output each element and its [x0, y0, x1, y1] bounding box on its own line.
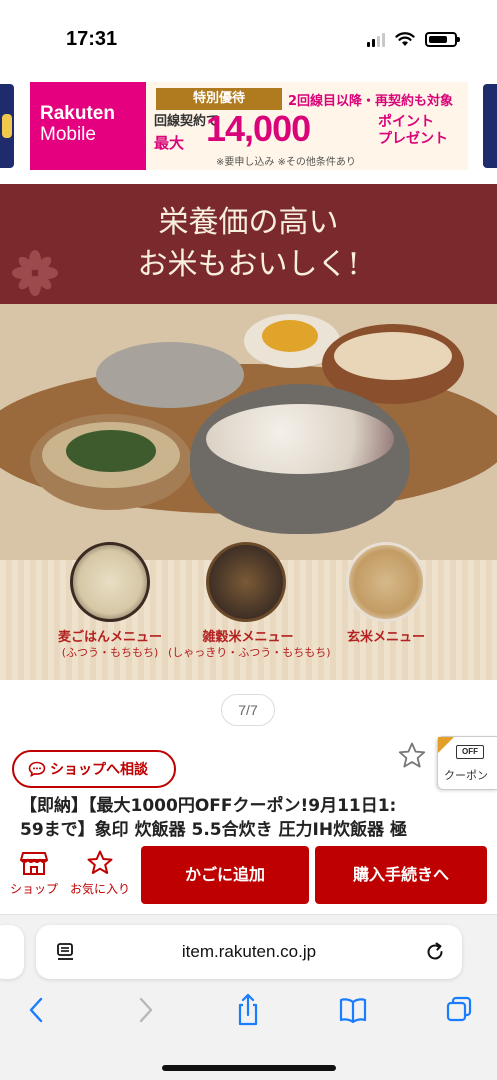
screen: 17:31 Rakuten Mobile 特別優待 2回線目以降・再契約も対象 — [0, 0, 497, 1080]
browser-chrome: item.rakuten.co.jp — [0, 914, 497, 1080]
pumpkin-dish — [262, 320, 318, 352]
reload-icon[interactable] — [424, 941, 446, 963]
favorite-star-icon[interactable] — [396, 740, 428, 772]
barley-rice-image — [70, 542, 150, 622]
browser-toolbar — [0, 993, 497, 1033]
product-title: 【即納】【最大1000円OFFクーポン!9月11日1: 59まで】象印 炊飯器 … — [20, 796, 407, 840]
banner-content: 特別優待 2回線目以降・再契約も対象 回線契約で 最大 14,000 ポイントプ… — [146, 82, 468, 170]
banner-subtext: 2回線目以降・再契約も対象 — [288, 94, 454, 109]
coupon-tab[interactable]: OFF クーポン — [437, 736, 497, 790]
brown-rice-image — [346, 542, 426, 622]
tabs-icon[interactable] — [444, 993, 474, 1027]
menu-brown-label: 玄米メニュー — [346, 630, 425, 645]
purchase-action-bar: ショップ お気に入り かごに追加 購入手続きへ — [0, 842, 497, 912]
product-image[interactable]: 栄養価の高い お米もおいしく! 麦ごはんメニュー (ふつう・もちもち) 雑穀米メ… — [0, 184, 497, 680]
menu-barley-label: 麦ごはんメニュー — [57, 630, 162, 645]
star-icon — [87, 850, 113, 874]
next-ad-peek[interactable] — [483, 84, 497, 168]
shop-consult-button[interactable]: ショップへ相談 — [12, 750, 176, 788]
favorite-button[interactable]: お気に入り — [68, 848, 132, 908]
coupon-label: クーポン — [444, 769, 488, 782]
menu-barley-sub: (ふつう・もちもち) — [61, 646, 159, 659]
image-counter: 7/7 — [221, 694, 275, 726]
wifi-icon — [395, 32, 415, 46]
hero-headline: 栄養価の高い お米もおいしく! — [137, 205, 360, 282]
banner-note: ※要申し込み ※その他条件あり — [216, 157, 356, 168]
shop-label: ショップ — [9, 882, 58, 896]
shop-button[interactable]: ショップ — [4, 848, 64, 908]
previous-ad-peek[interactable] — [0, 84, 14, 168]
url-text: item.rakuten.co.jp — [181, 942, 317, 961]
previous-tab-peek[interactable] — [0, 925, 24, 979]
mixed-grain-rice — [206, 404, 394, 474]
special-offer-badge: 特別優待 — [156, 88, 282, 110]
menu-mixed-sub: (しゃっきり・ふつう・もちもち) — [168, 646, 331, 659]
menu-mixed-label: 雑穀米メニュー — [202, 630, 294, 645]
shop-consult-label: ショップへ相談 — [50, 762, 148, 778]
add-to-cart-button[interactable]: かごに追加 — [141, 846, 309, 904]
address-bar[interactable]: item.rakuten.co.jp — [36, 925, 462, 979]
flower-pattern-icon — [12, 250, 58, 296]
mixed-grain-image — [206, 542, 286, 622]
rakuten-mobile-logo: Rakuten Mobile — [30, 82, 146, 170]
status-bar: 17:31 — [0, 0, 497, 80]
cellular-signal-icon — [367, 32, 385, 47]
fish-plate — [96, 342, 244, 408]
status-time: 17:31 — [66, 28, 118, 50]
shop-icon — [20, 852, 48, 875]
hero-header: 栄養価の高い お米もおいしく! — [0, 184, 497, 304]
status-icons — [367, 32, 460, 47]
coupon-off-icon: OFF — [456, 745, 484, 759]
favorite-label: お気に入り — [69, 882, 130, 896]
banner-max-text: 最大 — [154, 134, 185, 152]
bookmarks-icon[interactable] — [338, 993, 368, 1027]
coupon-corner — [438, 737, 454, 753]
chat-bubble-icon — [28, 761, 46, 777]
back-icon[interactable] — [22, 993, 52, 1027]
banner-point-text: ポイント プレゼント — [378, 114, 448, 147]
soup — [334, 332, 452, 380]
home-indicator[interactable] — [162, 1065, 336, 1071]
checkout-button[interactable]: 購入手続きへ — [315, 846, 487, 904]
banner-point-amount: 14,000 — [206, 108, 311, 149]
greens — [66, 430, 156, 472]
forward-icon[interactable] — [130, 993, 160, 1027]
rakuten-mobile-banner[interactable]: Rakuten Mobile 特別優待 2回線目以降・再契約も対象 回線契約で … — [30, 82, 468, 170]
share-icon[interactable] — [233, 993, 263, 1027]
battery-icon — [425, 32, 460, 47]
ad-carousel[interactable]: Rakuten Mobile 特別優待 2回線目以降・再契約も対象 回線契約で … — [0, 80, 497, 172]
